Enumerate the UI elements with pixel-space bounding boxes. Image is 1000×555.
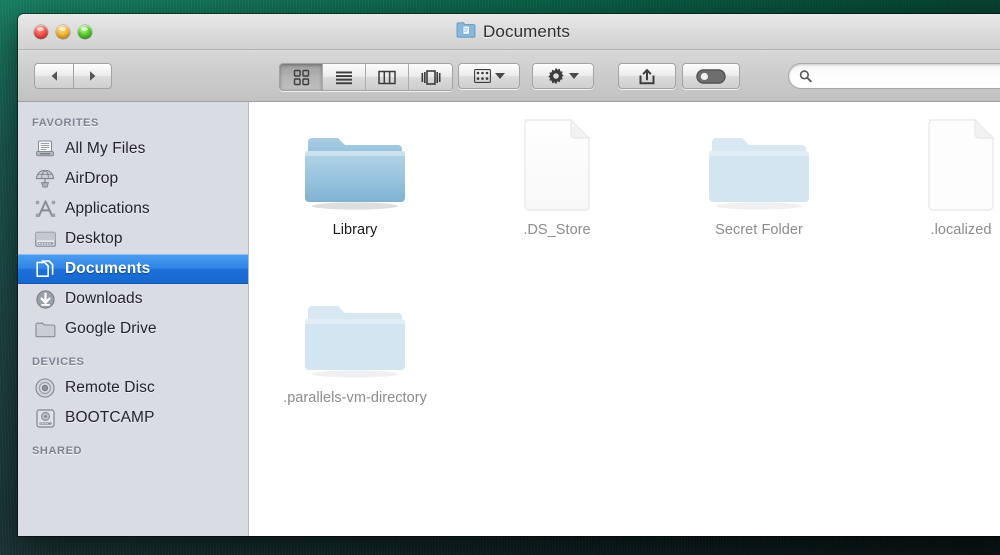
file-item-secret-folder[interactable]: Secret Folder	[673, 116, 845, 240]
search-icon	[799, 70, 812, 83]
tags-button[interactable]	[682, 63, 740, 89]
folder-icon	[704, 116, 814, 212]
sidebar: FAVORITES All My Files AirDrop Applicati…	[18, 102, 249, 536]
sidebar-section-favorites-header: FAVORITES	[32, 117, 99, 129]
sidebar-item-label: Documents	[65, 260, 151, 277]
folder-icon	[300, 116, 410, 212]
tag-pill-icon	[696, 68, 726, 84]
search-input[interactable]	[818, 68, 1000, 84]
sidebar-section-devices-header: DEVICES	[32, 356, 85, 368]
folder-icon	[34, 319, 56, 339]
file-item-label: .localized	[930, 222, 992, 238]
file-item-label: Secret Folder	[715, 222, 803, 238]
documents-icon	[34, 259, 56, 279]
window-title-text: Documents	[483, 22, 570, 41]
applications-icon	[34, 199, 56, 219]
chevron-down-icon	[569, 73, 579, 79]
airdrop-icon	[34, 169, 56, 189]
document-icon	[917, 116, 1000, 212]
gear-icon	[548, 67, 564, 85]
coverflow-view-button[interactable]	[409, 64, 452, 90]
list-icon	[336, 71, 352, 84]
share-button[interactable]	[618, 63, 676, 89]
sidebar-item-google-drive[interactable]: Google Drive	[18, 314, 248, 344]
arrange-grid-icon	[473, 69, 491, 83]
document-icon	[513, 116, 601, 212]
sidebar-item-label: Downloads	[65, 290, 143, 307]
back-button[interactable]	[34, 63, 73, 89]
action-button[interactable]	[532, 63, 594, 89]
sidebar-item-label: BOOTCAMP	[65, 409, 155, 426]
downloads-icon	[34, 289, 56, 309]
chevron-down-icon	[494, 73, 505, 79]
all-my-files-icon	[34, 139, 56, 159]
columns-icon	[378, 70, 396, 84]
sidebar-item-label: Applications	[65, 200, 150, 217]
window-body: FAVORITES All My Files AirDrop Applicati…	[18, 102, 1000, 536]
column-view-button[interactable]	[366, 64, 409, 90]
view-mode-switcher	[279, 63, 453, 91]
navigation-buttons	[34, 63, 112, 89]
forward-button[interactable]	[73, 63, 112, 89]
sidebar-item-label: Desktop	[65, 230, 123, 247]
window-titlebar[interactable]: Documents	[18, 14, 1000, 50]
sidebar-item-documents[interactable]: Documents	[18, 254, 248, 284]
hard-drive-icon	[34, 408, 56, 428]
sidebar-item-label: Google Drive	[65, 320, 157, 337]
file-item-label: Library	[332, 222, 378, 238]
folder-icon	[300, 284, 410, 380]
window-title: Documents	[18, 14, 1000, 50]
search-field[interactable]	[788, 63, 1000, 89]
arrange-button[interactable]	[458, 63, 520, 89]
file-item-parallels-vm-directory[interactable]: .parallels-vm-directory	[269, 284, 441, 408]
sidebar-item-applications[interactable]: Applications	[18, 194, 248, 224]
sidebar-item-label: Remote Disc	[65, 379, 155, 396]
sidebar-item-remote-disc[interactable]: Remote Disc	[18, 373, 248, 403]
optical-disc-icon	[34, 378, 56, 398]
sidebar-item-label: All My Files	[65, 140, 146, 157]
sidebar-item-bootcamp[interactable]: BOOTCAMP	[18, 403, 248, 433]
finder-window: Documents FAVORITES All My Files AirDrop…	[18, 14, 1000, 536]
file-item-label: .parallels-vm-directory	[283, 390, 427, 406]
sidebar-item-label: AirDrop	[65, 170, 119, 187]
documents-folder-icon	[456, 21, 476, 43]
desktop-icon	[34, 229, 56, 249]
sidebar-item-all-my-files[interactable]: All My Files	[18, 134, 248, 164]
sidebar-item-desktop[interactable]: Desktop	[18, 224, 248, 254]
share-icon	[639, 68, 655, 84]
file-item-label: .DS_Store	[523, 222, 591, 238]
grid-icon	[293, 69, 309, 85]
finder-toolbar	[18, 50, 1000, 102]
file-item-library[interactable]: Library	[269, 116, 441, 240]
list-view-button[interactable]	[323, 64, 366, 90]
icon-view-button[interactable]	[280, 64, 323, 90]
coverflow-icon	[421, 69, 440, 85]
file-item-localized[interactable]: .localized	[875, 116, 1000, 240]
sidebar-item-airdrop[interactable]: AirDrop	[18, 164, 248, 194]
file-grid[interactable]: Library .DS_Store Secret Folder .localiz…	[249, 102, 1000, 536]
sidebar-item-downloads[interactable]: Downloads	[18, 284, 248, 314]
sidebar-section-shared-header: SHARED	[32, 445, 83, 457]
file-item-ds-store[interactable]: .DS_Store	[471, 116, 643, 240]
